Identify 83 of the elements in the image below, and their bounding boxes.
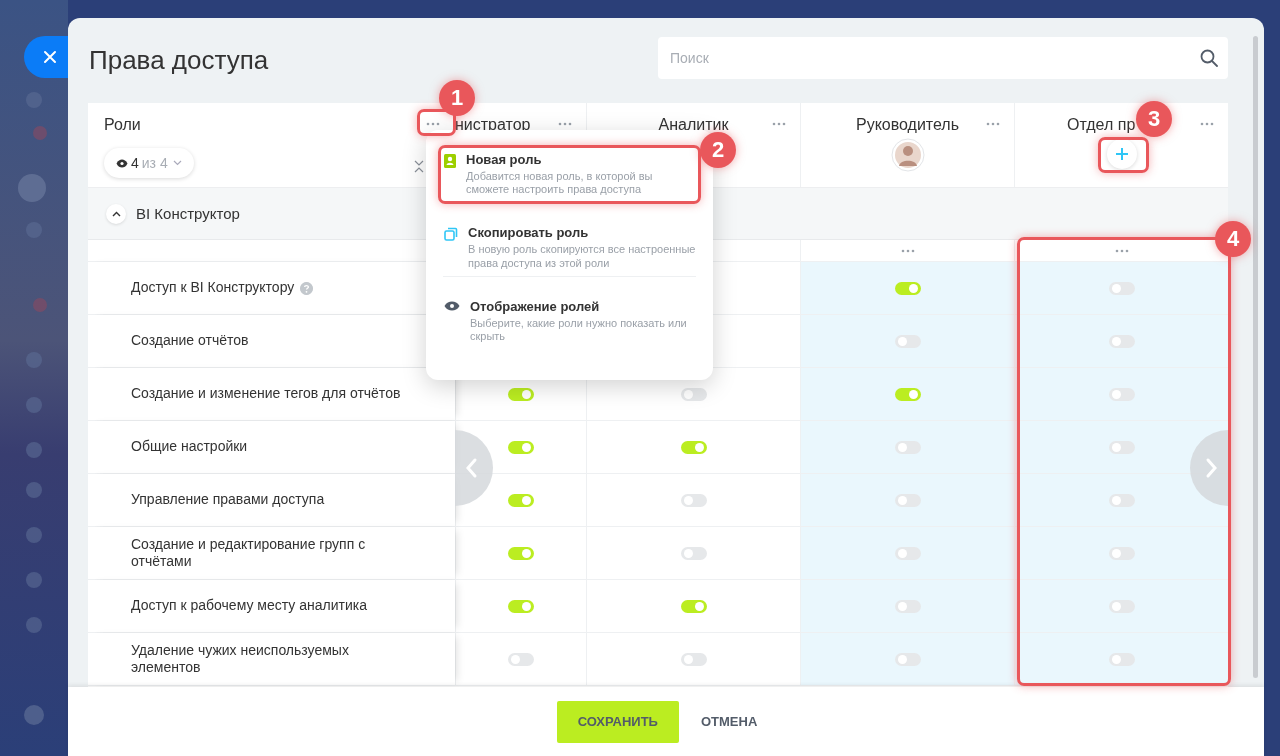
- toggle-switch[interactable]: [894, 546, 921, 560]
- more-icon[interactable]: [986, 122, 1000, 126]
- visible-roles-filter[interactable]: 4 из 4: [104, 148, 194, 178]
- save-button[interactable]: СОХРАНИТЬ: [556, 700, 679, 743]
- scrollbar[interactable]: [1253, 36, 1258, 678]
- more-icon[interactable]: [900, 248, 915, 253]
- permission-label: Создание отчётов: [131, 332, 249, 350]
- highlight-frame: [1098, 137, 1149, 173]
- more-icon[interactable]: [1200, 122, 1214, 126]
- toggle-switch[interactable]: [680, 440, 707, 454]
- column-header: Роли: [104, 116, 141, 133]
- permission-label: Общие настройки: [131, 438, 248, 456]
- collapse-icon[interactable]: [414, 159, 424, 173]
- toggle-switch[interactable]: [894, 652, 921, 666]
- search-icon: [1200, 48, 1218, 67]
- toggle-switch[interactable]: [680, 546, 707, 560]
- close-icon: [43, 50, 57, 64]
- toggle-switch[interactable]: [508, 387, 534, 401]
- step-badge: 1: [439, 80, 475, 116]
- toggle-switch[interactable]: [680, 387, 707, 401]
- eye-icon: [444, 300, 460, 311]
- eye-icon: [116, 158, 128, 168]
- permission-label: Создание и изменение тегов для отчётов: [131, 385, 401, 403]
- add-button[interactable]: [1106, 139, 1137, 169]
- toggle-switch[interactable]: [1108, 652, 1135, 666]
- toggle-switch[interactable]: [508, 599, 534, 613]
- toggle-switch[interactable]: [508, 493, 534, 507]
- toggle-switch[interactable]: [894, 334, 921, 348]
- contact-icon: [444, 154, 456, 168]
- toggle-switch[interactable]: [1108, 387, 1135, 401]
- menu-item[interactable]: Отображение ролей Выберите, какие роли нужно показать или скрыть: [443, 284, 696, 344]
- permission-label: Удаление чужих неиспользуемых элементов: [131, 641, 350, 677]
- role-name: Аналитик: [658, 116, 729, 134]
- permission-label: Доступ к рабочему месту аналитика: [131, 597, 367, 615]
- permission-label: Управление правами доступа: [131, 491, 325, 509]
- more-icon[interactable]: [426, 122, 440, 126]
- help-icon[interactable]: [300, 281, 314, 295]
- plus-icon: [1114, 147, 1129, 161]
- toggle-switch[interactable]: [680, 599, 707, 613]
- toggle-switch[interactable]: [680, 493, 707, 507]
- toggle-switch[interactable]: [1108, 281, 1135, 295]
- menu-item[interactable]: Новая роль Добавится новая роль, в которой вы сможете настроить права доступа: [443, 152, 696, 197]
- menu-item-description: Выберите, какие роли нужно показать или скрыть: [470, 316, 688, 344]
- menu-item[interactable]: Скопировать роль В новую роль скопируются все настроенные права доступа из этой роли: [443, 211, 696, 270]
- chevron-icon: [111, 210, 121, 217]
- more-icon[interactable]: [1114, 248, 1129, 253]
- scroll-right-button[interactable]: [1190, 430, 1228, 506]
- search-field[interactable]: Поиск: [658, 36, 1228, 79]
- toggle-switch[interactable]: [894, 281, 921, 295]
- toggle-switch[interactable]: [508, 652, 534, 666]
- cancel-button[interactable]: ОТМЕНА: [682, 700, 776, 743]
- step-badge: 4: [1215, 221, 1251, 257]
- avatar-icon: [890, 138, 925, 172]
- menu-item-description: Добавится новая роль, в которой вы сможете настроить права доступа: [466, 170, 654, 197]
- menu-item-description: В новую роль скопируются все настроенные права доступа из этой роли: [468, 243, 696, 270]
- role-name: Отдел пр: [1067, 116, 1136, 134]
- scroll-left-button[interactable]: [455, 430, 493, 506]
- toggle-switch[interactable]: [1108, 334, 1135, 348]
- menu-item-title: Отображение ролей: [470, 298, 601, 314]
- menu-item-title: Скопировать роль: [468, 225, 590, 241]
- toggle-switch[interactable]: [894, 387, 921, 401]
- toggle-switch[interactable]: [1108, 493, 1135, 507]
- chevron-down-icon: [172, 160, 182, 166]
- toggle-switch[interactable]: [508, 440, 534, 454]
- permission-label: Доступ к BI Конструктору: [131, 279, 295, 297]
- toggle-switch[interactable]: [680, 652, 707, 666]
- toggle-switch[interactable]: [508, 546, 534, 560]
- toggle-switch[interactable]: [894, 493, 921, 507]
- toggle-switch[interactable]: [1108, 546, 1135, 560]
- toggle-switch[interactable]: [1108, 440, 1135, 454]
- toggle-switch[interactable]: [894, 440, 921, 454]
- toggle-switch[interactable]: [894, 599, 921, 613]
- role-name: Руководитель: [855, 116, 960, 134]
- more-icon[interactable]: [558, 122, 572, 126]
- collapse-button[interactable]: [106, 203, 126, 224]
- page-title: Права доступа: [88, 45, 269, 76]
- section-title: BI Конструктор: [136, 205, 240, 222]
- more-icon[interactable]: [772, 122, 786, 126]
- toggle-switch[interactable]: [1108, 599, 1135, 613]
- permission-label: Создание и редактирование групп с отчётами: [131, 535, 367, 571]
- role-name: нистратор: [454, 116, 531, 134]
- menu-item-title: Новая роль: [466, 152, 543, 167]
- copy-icon: [444, 227, 458, 242]
